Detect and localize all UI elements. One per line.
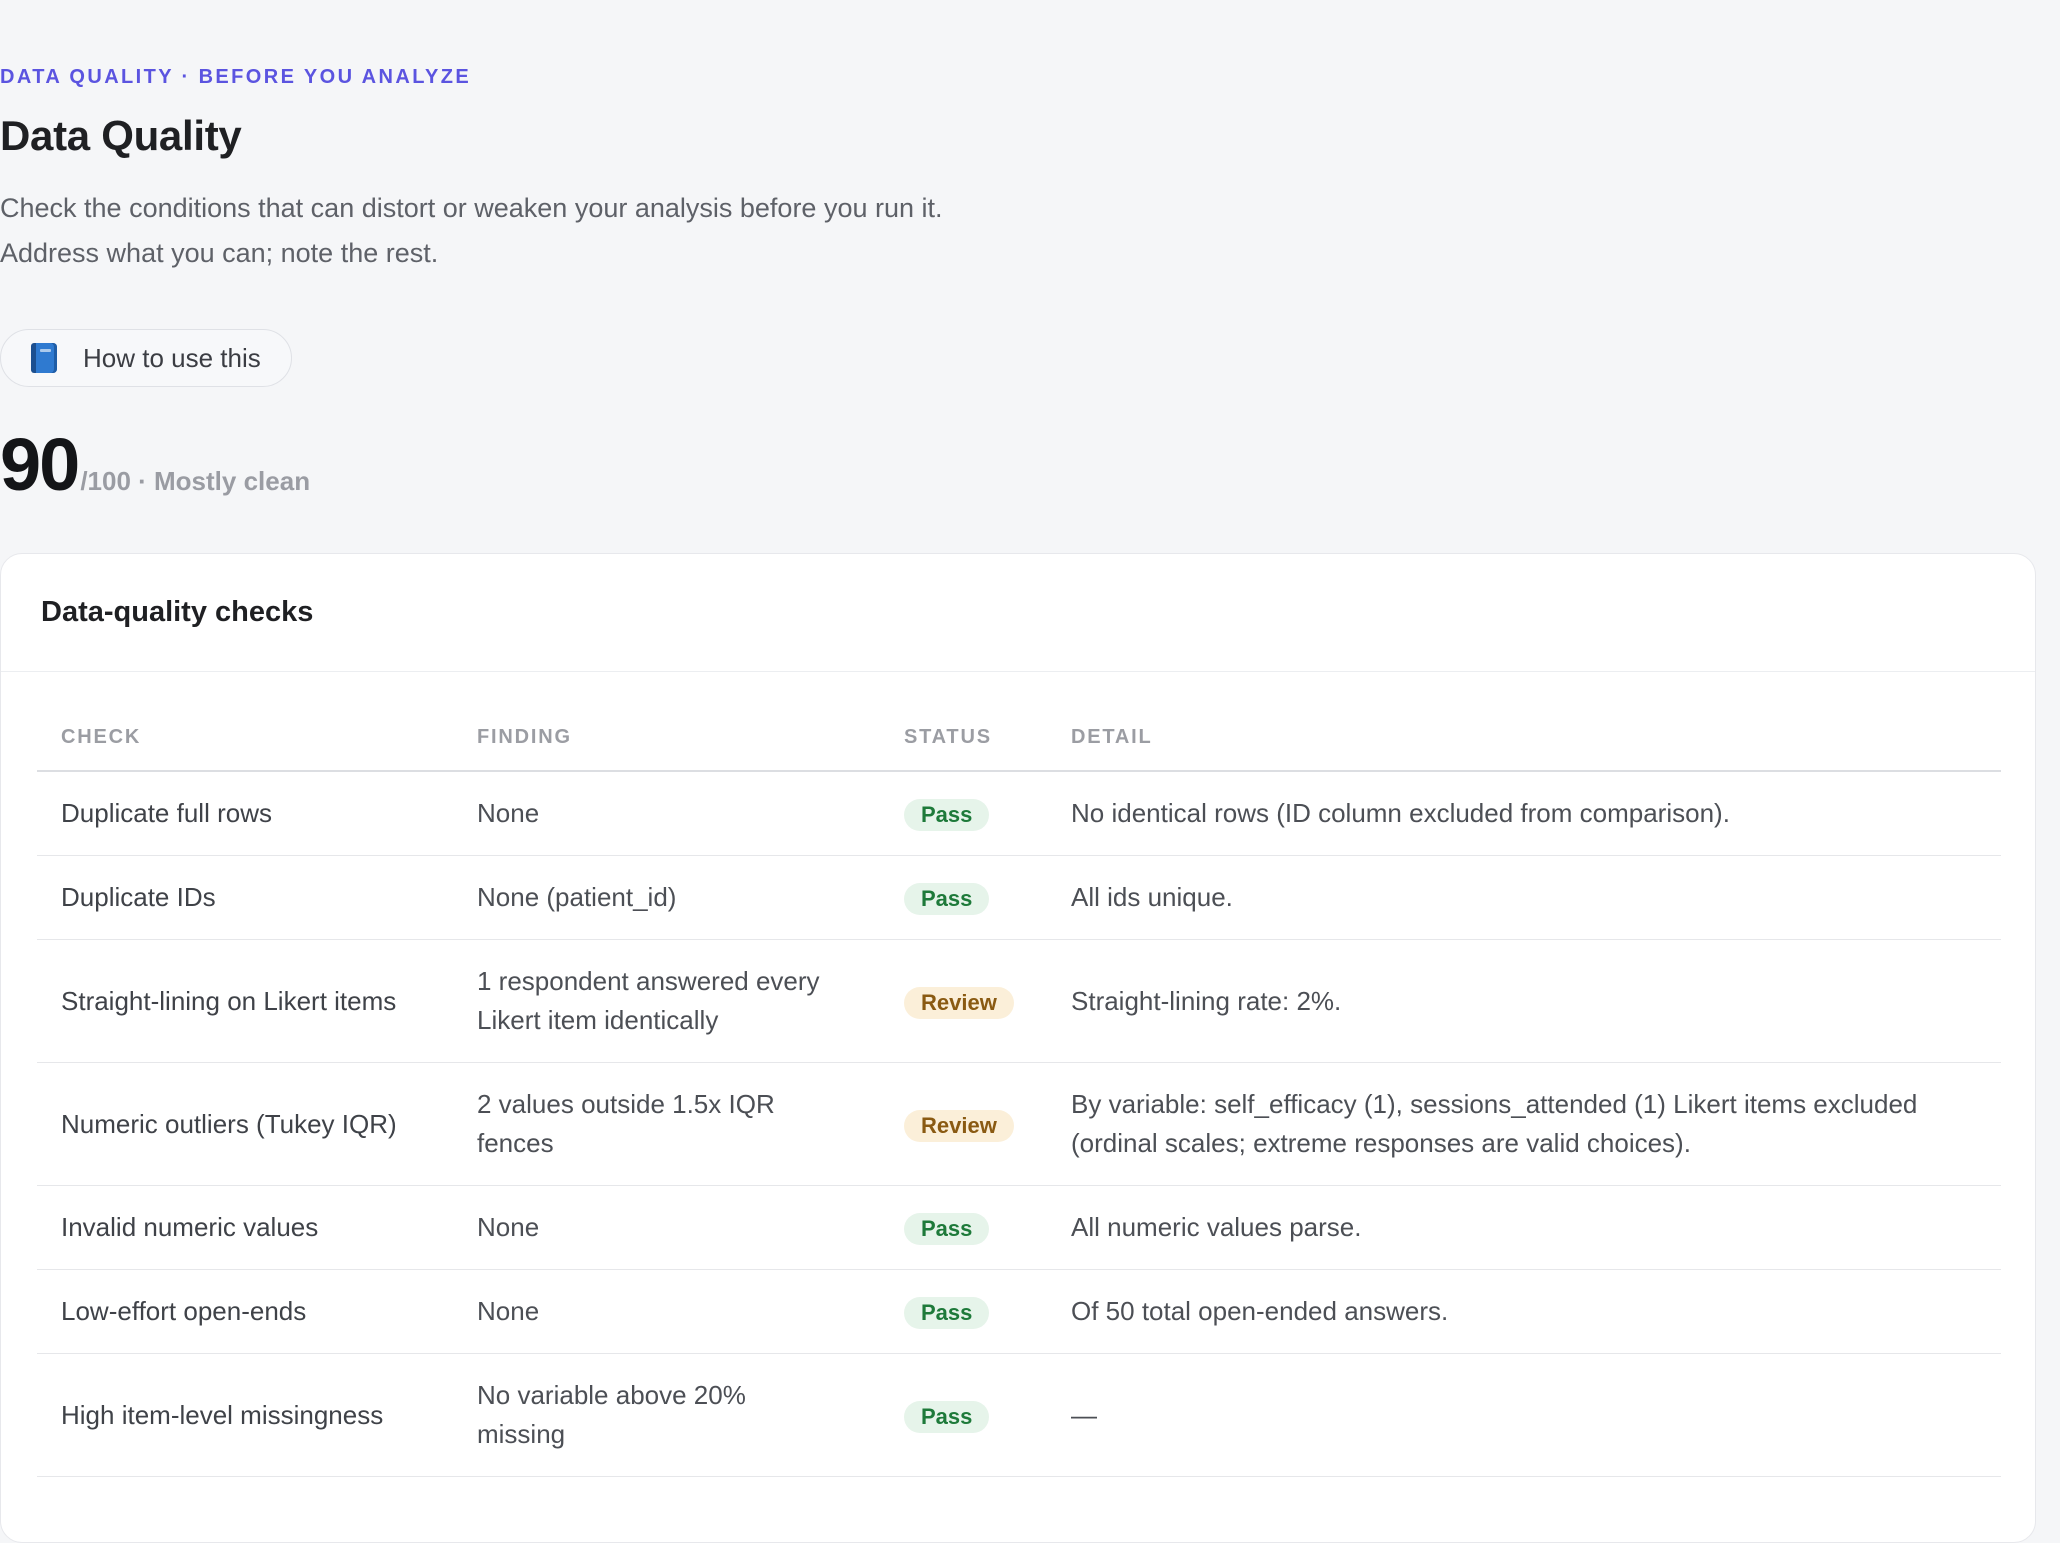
subtitle-line: Check the conditions that can distort or… [0, 193, 943, 223]
detail-cell: — [1047, 1353, 2001, 1477]
status-cell: Review [880, 939, 1047, 1063]
subtitle-line: Address what you can; note the rest. [0, 238, 439, 268]
page-subtitle: Check the conditions that can distort or… [0, 186, 1200, 276]
detail-text: No identical rows (ID column excluded fr… [1071, 798, 1730, 828]
status-cell: Pass [880, 1353, 1047, 1477]
detail-cell: Of 50 total open-ended answers. [1047, 1269, 2001, 1354]
finding-text: No variable above 20% [477, 1380, 746, 1410]
check-name: Invalid numeric values [37, 1185, 453, 1270]
score-value: 90 [0, 423, 80, 506]
table-row: Duplicate IDs None (patient_id) Pass All id… [37, 855, 2001, 940]
status-badge: Pass [904, 799, 990, 831]
detail-text: All ids unique. [1071, 882, 1233, 912]
table-row: High item-level missingness No variable a… [37, 1353, 2001, 1477]
finding-text: None [477, 1296, 540, 1326]
status-cell: Pass [880, 771, 1047, 856]
status-badge: Pass [904, 883, 990, 915]
check-name: High item-level missingness [37, 1353, 453, 1477]
check-name: Duplicate IDs [37, 855, 453, 940]
finding-cell: No variable above 20% missing [453, 1353, 880, 1477]
status-cell: Pass [880, 1185, 1047, 1270]
detail-cell: All numeric values parse. [1047, 1185, 2001, 1270]
check-name: Straight-lining on Likert items [37, 939, 453, 1063]
detail-text: (ordinal scales; extreme responses are v… [1071, 1128, 1691, 1158]
finding-cell: None (patient_id) [453, 855, 880, 940]
finding-text: 1 respondent answered every [477, 966, 820, 996]
table-row: Low-effort open-ends None Pass Of 50 total … [37, 1269, 2001, 1354]
column-header-status: STATUS [880, 704, 1047, 772]
status-badge: Pass [904, 1297, 990, 1329]
how-to-use-button[interactable]: How to use this [0, 329, 292, 387]
check-name: Low-effort open-ends [37, 1269, 453, 1354]
checks-table: CHECK FINDING STATUS DETAIL Duplicate fu… [37, 704, 2001, 1477]
status-badge: Review [904, 1109, 1014, 1142]
check-name: Numeric outliers (Tukey IQR) [37, 1062, 453, 1186]
detail-text: Of 50 total open-ended answers. [1071, 1296, 1449, 1326]
finding-cell: 2 values outside 1.5x IQR fences [453, 1062, 880, 1186]
score-suffix: /100 · Mostly clean [80, 466, 311, 496]
status-cell: Pass [880, 1269, 1047, 1354]
finding-text: 2 values outside 1.5x IQR [477, 1089, 775, 1119]
column-header-finding: FINDING [453, 704, 880, 772]
table-row: Straight-lining on Likert items 1 respond… [37, 939, 2001, 1063]
status-cell: Review [880, 1062, 1047, 1186]
book-icon [31, 343, 57, 373]
data-quality-checks-card: Data-quality checks CHECK FINDING STATUS… [0, 553, 2036, 1543]
data-quality-page: DATA QUALITY · BEFORE YOU ANALYZE Data Q… [0, 0, 2060, 1543]
finding-cell: None [453, 771, 880, 856]
status-cell: Pass [880, 855, 1047, 940]
table-header-row: CHECK FINDING STATUS DETAIL [37, 704, 2001, 772]
finding-cell: None [453, 1185, 880, 1270]
finding-text: missing [477, 1419, 566, 1449]
detail-text: All numeric values parse. [1071, 1212, 1362, 1242]
page-title: Data Quality [0, 112, 242, 159]
finding-text: None [477, 798, 540, 828]
detail-cell: All ids unique. [1047, 855, 2001, 940]
detail-text: — [1071, 1399, 1097, 1430]
finding-text: Likert item identically [477, 1005, 719, 1035]
quality-score: 90 /100 · Mostly clean [0, 428, 310, 502]
how-to-use-label: How to use this [83, 342, 261, 373]
status-badge: Pass [904, 1213, 990, 1245]
finding-text: None (patient_id) [477, 882, 677, 912]
finding-cell: 1 respondent answered every Likert item i… [453, 939, 880, 1063]
detail-text: By variable: self_efficacy (1), sessions… [1071, 1089, 1918, 1119]
column-header-check: CHECK [37, 704, 453, 772]
card-header: Data-quality checks [1, 554, 2035, 672]
finding-text: None [477, 1212, 540, 1242]
finding-text: fences [477, 1128, 554, 1158]
status-badge: Pass [904, 1400, 990, 1433]
table-row: Duplicate full rows None Pass No identical … [37, 771, 2001, 856]
status-badge: Review [904, 986, 1014, 1019]
detail-text: Straight-lining rate: 2%. [1071, 985, 1342, 1016]
finding-cell: None [453, 1269, 880, 1354]
detail-cell: Straight-lining rate: 2%. [1047, 939, 2001, 1063]
check-name: Duplicate full rows [37, 771, 453, 856]
table-row: Invalid numeric values None Pass All numeri… [37, 1185, 2001, 1270]
detail-cell: No identical rows (ID column excluded fr… [1047, 771, 2001, 856]
checks-table-body: Duplicate full rows None Pass No identical … [37, 771, 2001, 1477]
page-eyebrow: DATA QUALITY · BEFORE YOU ANALYZE [0, 66, 472, 88]
table-row: Numeric outliers (Tukey IQR) 2 values out… [37, 1062, 2001, 1186]
column-header-detail: DETAIL [1047, 704, 2001, 772]
card-title: Data-quality checks [41, 596, 314, 628]
detail-cell: By variable: self_efficacy (1), sessions… [1047, 1062, 2001, 1186]
